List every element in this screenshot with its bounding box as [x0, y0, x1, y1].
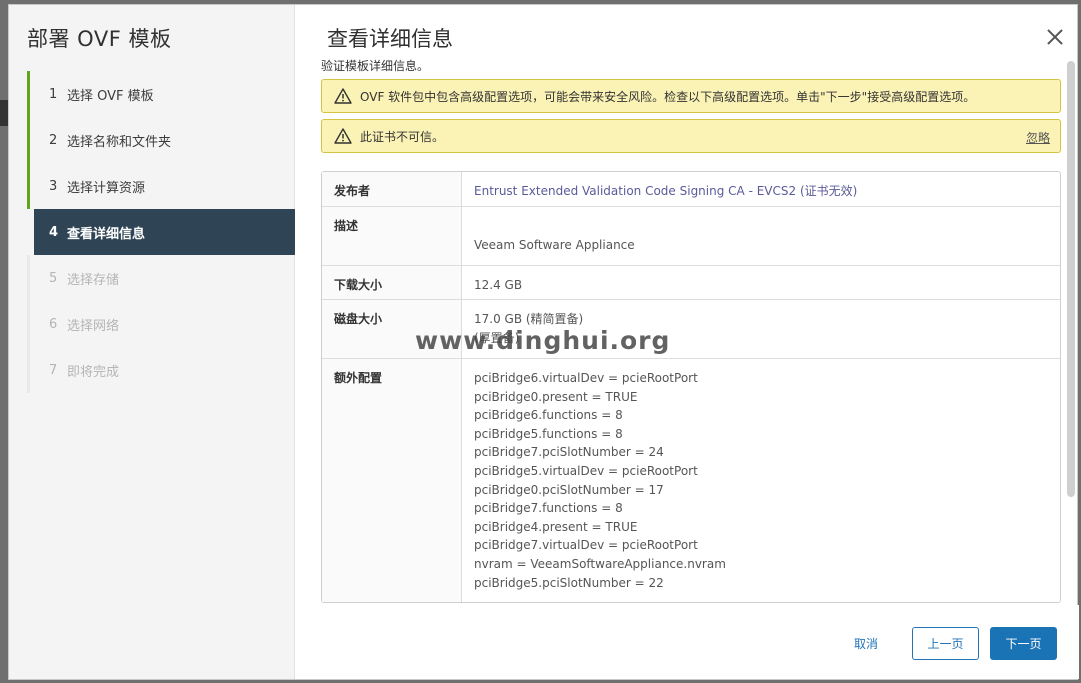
- details-table: 发布者 Entrust Extended Validation Code Sig…: [321, 171, 1061, 604]
- table-row: 发布者 Entrust Extended Validation Code Sig…: [322, 172, 1060, 207]
- extra-config-line: pciBridge6.functions = 8: [474, 408, 623, 423]
- step-number: 3: [49, 178, 58, 194]
- extra-config-line: pciBridge4.present = TRUE: [474, 519, 638, 534]
- step-select-ovf-template[interactable]: 1 选择 OVF 模板: [27, 71, 295, 117]
- disk-thin-value: 17.0 GB (精简置备): [474, 312, 584, 326]
- extra-config-line: pciBridge5.virtualDev = pcieRootPort: [474, 463, 698, 478]
- extra-config-line: pciBridge7.virtualDev = pcieRootPort: [474, 538, 698, 553]
- step-select-name-folder[interactable]: 2 选择名称和文件夹: [27, 117, 295, 163]
- step-number: 2: [49, 132, 58, 148]
- row-value: Veeam Software Appliance: [474, 238, 635, 252]
- step-select-network: 6 选择网络: [27, 301, 295, 347]
- step-label: 选择计算资源: [67, 180, 146, 196]
- step-number: 1: [49, 86, 58, 102]
- extra-config-line: pciBridge7.functions = 8: [474, 501, 623, 516]
- vertical-scrollbar[interactable]: [1067, 61, 1075, 497]
- disk-thick-value: (厚置备): [474, 330, 520, 345]
- warning-icon: [334, 88, 352, 104]
- advanced-config-warning: OVF 软件包中包含高级配置选项，可能会带来安全风险。检查以下高级配置选项。单击…: [321, 79, 1061, 113]
- extra-config-line: pciBridge5.functions = 8: [474, 426, 623, 441]
- step-number: 6: [49, 316, 58, 332]
- row-label: 磁盘大小: [322, 300, 462, 358]
- page-title: 查看详细信息: [327, 27, 453, 51]
- ignore-link[interactable]: 忽略: [1026, 129, 1050, 146]
- row-value: 12.4 GB: [474, 278, 523, 292]
- page-subtitle: 验证模板详细信息。: [321, 59, 430, 73]
- extra-config-line: pciBridge5.pciSlotNumber = 22: [474, 575, 664, 590]
- next-button[interactable]: 下一页: [990, 627, 1057, 660]
- step-number: 4: [49, 224, 59, 240]
- alert-text: OVF 软件包中包含高级配置选项，可能会带来安全风险。检查以下高级配置选项。单击…: [360, 89, 976, 104]
- details-scroll-area[interactable]: OVF 软件包中包含高级配置选项，可能会带来安全风险。检查以下高级配置选项。单击…: [321, 79, 1063, 605]
- row-label: 额外配置: [322, 359, 462, 603]
- deploy-ovf-dialog: 部署 OVF 模板 1 选择 OVF 模板 2 选择名称和文件夹 3 选择计算资…: [8, 4, 1079, 680]
- row-label: 发布者: [322, 172, 462, 206]
- step-label: 选择名称和文件夹: [67, 134, 172, 150]
- back-button[interactable]: 上一页: [912, 627, 979, 660]
- step-number: 7: [49, 362, 58, 378]
- step-label: 即将完成: [67, 364, 120, 380]
- extra-config-line: nvram = VeeamSoftwareAppliance.nvram: [474, 556, 726, 571]
- extra-config-line: pciBridge7.pciSlotNumber = 24: [474, 445, 664, 460]
- extra-config-list: pciBridge6.virtualDev = pcieRootPort pci…: [462, 359, 1060, 602]
- wizard-footer: 取消 上一页 下一页: [295, 605, 1079, 679]
- step-select-storage: 5 选择存储: [27, 255, 295, 301]
- row-label: 描述: [322, 207, 462, 265]
- step-label: 选择 OVF 模板: [67, 88, 154, 104]
- certificate-warning: 此证书不可信。 忽略: [321, 119, 1061, 153]
- table-row: 描述 Veeam Software Appliance: [322, 207, 1060, 266]
- extra-config-line: pciBridge0.pciSlotNumber = 17: [474, 482, 664, 497]
- step-label: 选择存储: [67, 272, 120, 288]
- alert-text: 此证书不可信。: [360, 129, 445, 144]
- main-panel: 查看详细信息 验证模板详细信息。 OVF 软件包中包含高级配置选项，可能会带来安…: [295, 5, 1079, 679]
- wizard-title: 部署 OVF 模板: [27, 27, 172, 51]
- extra-config-line: pciBridge6.virtualDev = pcieRootPort: [474, 371, 698, 385]
- table-row: 磁盘大小 17.0 GB (精简置备) (厚置备): [322, 300, 1060, 359]
- step-label: 选择网络: [67, 318, 120, 334]
- step-select-compute-resource[interactable]: 3 选择计算资源: [27, 163, 295, 209]
- wizard-sidebar: 部署 OVF 模板 1 选择 OVF 模板 2 选择名称和文件夹 3 选择计算资…: [9, 5, 295, 679]
- table-row: 下载大小 12.4 GB: [322, 266, 1060, 300]
- step-label: 查看详细信息: [67, 226, 146, 242]
- step-ready-to-complete: 7 即将完成: [27, 347, 295, 393]
- wizard-steps: 1 选择 OVF 模板 2 选择名称和文件夹 3 选择计算资源 4 查看详细信息…: [27, 71, 295, 393]
- warning-icon: [334, 128, 352, 144]
- cancel-button[interactable]: 取消: [841, 627, 891, 660]
- step-review-details[interactable]: 4 查看详细信息: [34, 209, 295, 255]
- close-icon[interactable]: [1045, 27, 1065, 47]
- publisher-link[interactable]: Entrust Extended Validation Code Signing…: [462, 172, 1060, 206]
- row-value: 17.0 GB (精简置备) (厚置备): [462, 300, 1060, 358]
- table-row: 额外配置 pciBridge6.virtualDev = pcieRootPor…: [322, 359, 1060, 603]
- step-number: 5: [49, 270, 58, 286]
- background-window-edge: [0, 100, 8, 126]
- extra-config-line: pciBridge0.present = TRUE: [474, 389, 638, 404]
- row-label: 下载大小: [322, 266, 462, 299]
